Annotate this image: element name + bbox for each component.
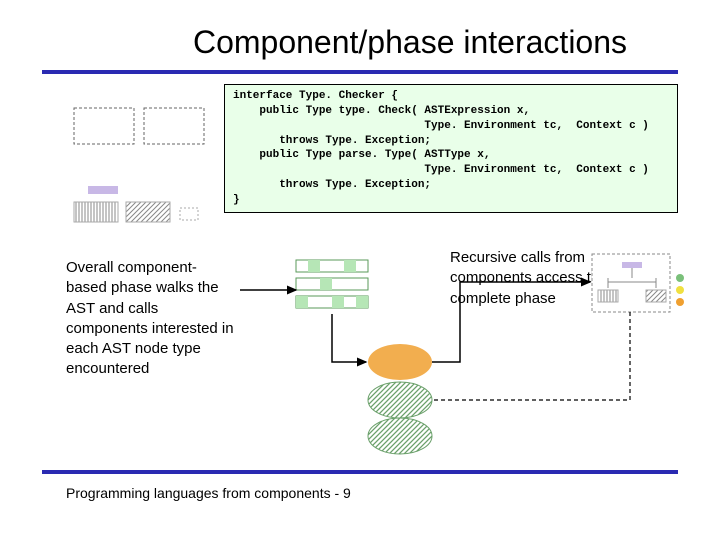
code-listing: interface Type. Checker { public Type ty… [224,84,678,213]
footer-separator [42,470,678,474]
top-box-2 [144,108,204,144]
hatch-box-3 [180,208,198,220]
hatch-box-2 [126,202,170,222]
hatch-ellipse-1 [368,382,432,418]
title-separator [42,70,678,74]
hatch-ellipse-2 [368,418,432,454]
orange-ellipse [368,344,432,380]
left-caption: Overall component-based phase walks the … [66,258,236,380]
slide-footer: Programming languages from components - … [66,485,351,501]
arrow-stack-to-ellipse [332,314,366,362]
hatch-box-1 [74,202,118,222]
arrow-component-down [434,312,630,400]
top-box-1 [74,108,134,144]
purple-bar-1 [88,186,118,194]
page-title: Component/phase interactions [0,24,720,61]
green-stack [296,260,368,308]
right-caption: Recursive calls from components access t… [450,248,610,309]
